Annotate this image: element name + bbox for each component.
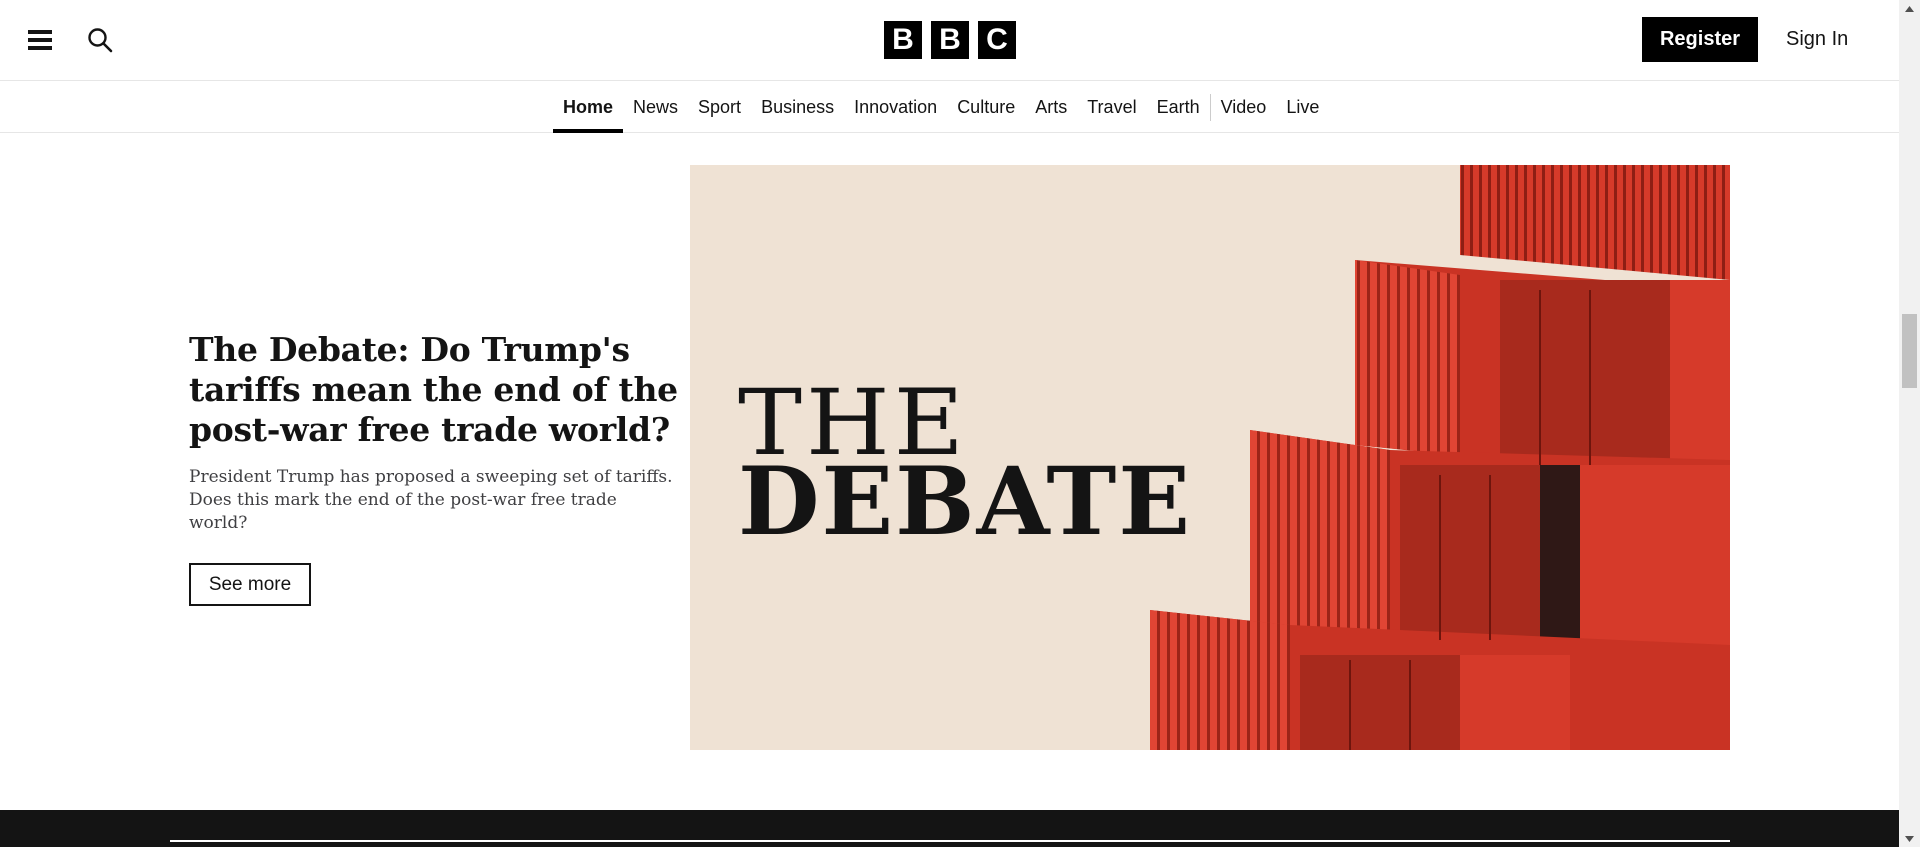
scroll-up-arrow-icon[interactable] (1899, 0, 1920, 17)
bbc-logo[interactable]: B B C (884, 21, 1016, 59)
logo-letter-b1: B (884, 21, 922, 59)
hamburger-menu-icon[interactable] (28, 28, 52, 52)
main-navigation: Home News Sport Business Innovation Cult… (0, 82, 1899, 133)
feature-image[interactable]: THE DEBATE (690, 165, 1730, 750)
image-title-debate: DEBATE (738, 447, 1193, 557)
footer-section (0, 810, 1899, 847)
nav-item-earth[interactable]: Earth (1147, 82, 1210, 133)
logo-letter-b2: B (931, 21, 969, 59)
feature-headline[interactable]: The Debate: Do Trump's tariffs mean the … (189, 330, 679, 450)
feature-article: The Debate: Do Trump's tariffs mean the … (189, 330, 679, 606)
nav-item-business[interactable]: Business (751, 82, 844, 133)
nav-item-arts[interactable]: Arts (1025, 82, 1077, 133)
register-button[interactable]: Register (1642, 17, 1758, 62)
search-icon[interactable] (86, 26, 114, 54)
nav-item-travel[interactable]: Travel (1077, 82, 1146, 133)
feature-summary: President Trump has proposed a sweeping … (189, 467, 673, 533)
page-scrollbar[interactable] (1899, 0, 1920, 847)
nav-item-culture[interactable]: Culture (947, 82, 1025, 133)
scrollbar-thumb[interactable] (1902, 314, 1917, 388)
footer-divider (170, 840, 1730, 842)
sign-in-link[interactable]: Sign In (1786, 17, 1848, 62)
nav-list: Home News Sport Business Innovation Cult… (553, 82, 1329, 133)
see-more-button[interactable]: See more (189, 563, 311, 606)
nav-item-news[interactable]: News (623, 82, 688, 133)
site-header: B B C Register Sign In (0, 0, 1899, 81)
nav-item-video[interactable]: Video (1211, 82, 1277, 133)
nav-item-home[interactable]: Home (553, 82, 624, 133)
scroll-down-arrow-icon[interactable] (1899, 830, 1920, 847)
nav-item-sport[interactable]: Sport (688, 82, 751, 133)
nav-item-innovation[interactable]: Innovation (844, 82, 947, 133)
nav-item-live[interactable]: Live (1276, 82, 1329, 133)
logo-letter-c: C (978, 21, 1016, 59)
